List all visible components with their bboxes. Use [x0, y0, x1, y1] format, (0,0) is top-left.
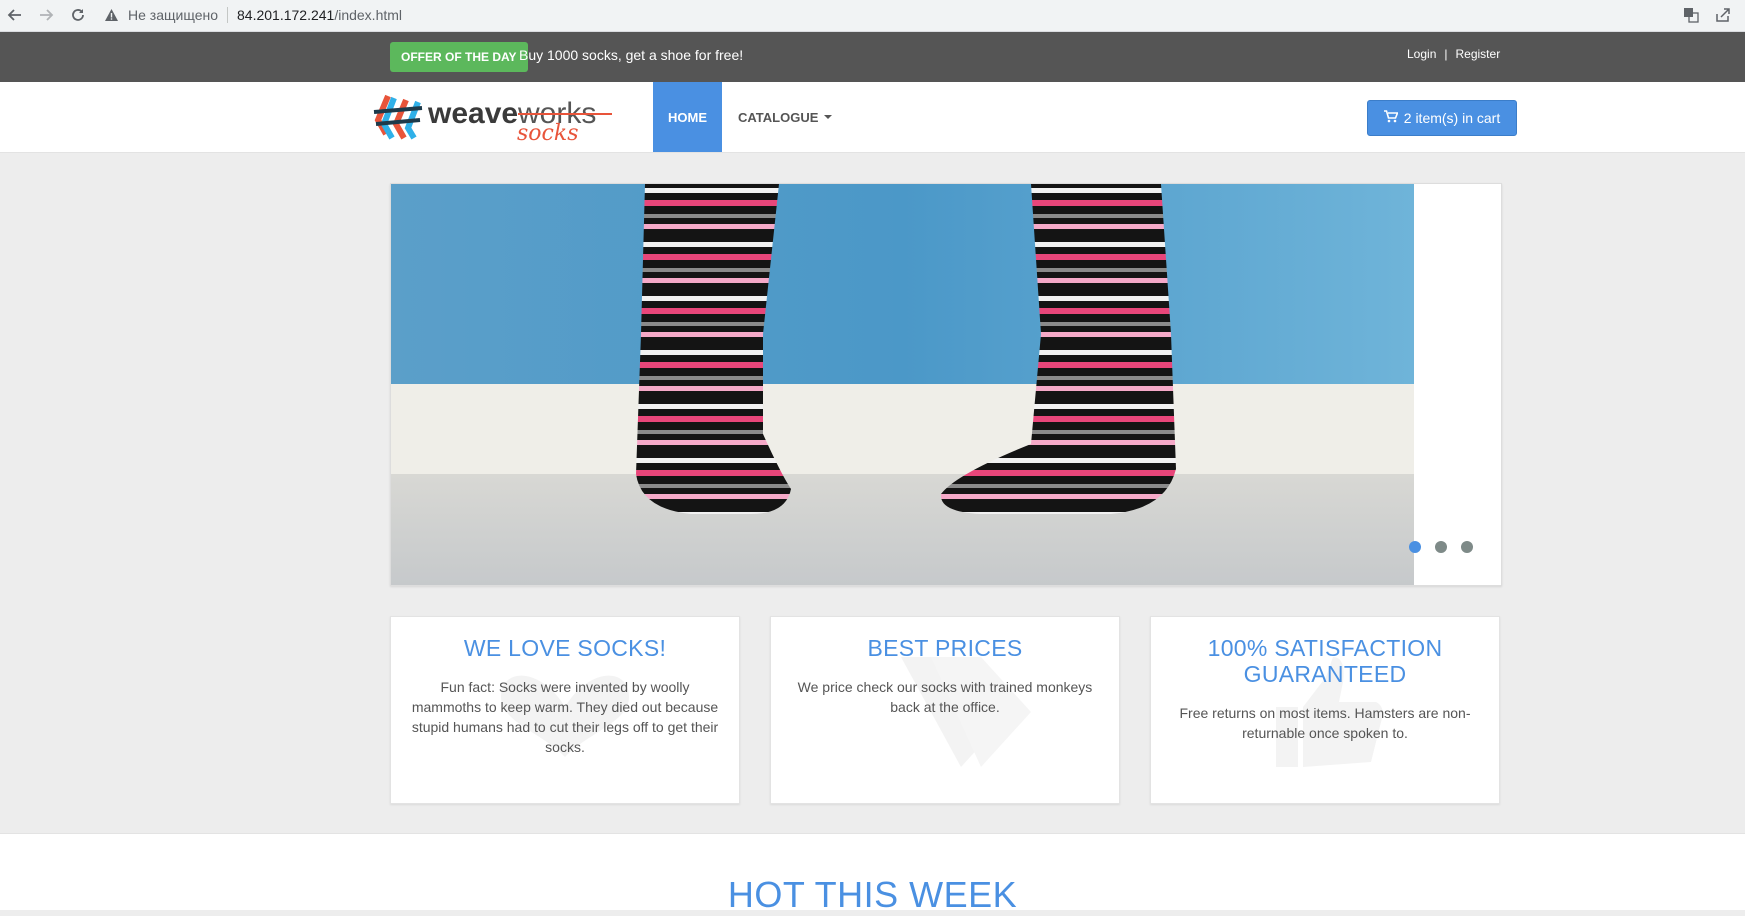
feature-box-satisfaction: 100% SATISFACTION GUARANTEED Free return…: [1150, 616, 1500, 804]
offer-bar: OFFER OF THE DAY Buy 1000 socks, get a s…: [0, 32, 1745, 82]
back-icon[interactable]: [4, 4, 26, 26]
feature-title: 100% SATISFACTION GUARANTEED: [1207, 635, 1443, 687]
hero-carousel[interactable]: [390, 183, 1502, 586]
forward-icon[interactable]: [35, 4, 57, 26]
weaveworks-socks-logo[interactable]: weave works socks: [372, 90, 622, 146]
hot-this-week-section: HOT THIS WEEK: [0, 833, 1745, 915]
carousel-dot-1[interactable]: [1409, 541, 1421, 553]
carousel-dot-2[interactable]: [1435, 541, 1447, 553]
account-links: Login | Register: [1407, 47, 1500, 61]
carousel-indicators: [1409, 541, 1473, 553]
url-path: /index.html: [334, 7, 403, 23]
feature-text: Fun fact: Socks were invented by woolly …: [411, 679, 719, 755]
account-separator: |: [1444, 47, 1448, 61]
nav-catalogue[interactable]: CATALOGUE: [738, 82, 833, 152]
feature-title: WE LOVE SOCKS!: [463, 635, 667, 661]
cart-label: 2 item(s) in cart: [1403, 110, 1501, 126]
login-link[interactable]: Login: [1407, 47, 1436, 61]
carousel-dot-3[interactable]: [1461, 541, 1473, 553]
nav-home[interactable]: HOME: [653, 82, 722, 152]
caret-down-icon: [824, 115, 833, 119]
offer-text: Buy 1000 socks, get a shoe for free!: [519, 47, 744, 63]
main-navbar: weave works socks HOME CATALOGUE 2 item(…: [0, 82, 1745, 153]
reload-icon[interactable]: [67, 4, 89, 26]
cart-button[interactable]: 2 item(s) in cart: [1367, 100, 1517, 136]
offer-badge[interactable]: OFFER OF THE DAY: [390, 42, 528, 72]
url-host: 84.201.172.241: [237, 7, 335, 23]
nav-catalogue-label: CATALOGUE: [738, 109, 819, 125]
feature-text: We price check our socks with trained mo…: [797, 679, 1093, 715]
not-secure-label: Не защищено: [128, 7, 218, 23]
address-bar[interactable]: Не защищено 84.201.172.241/index.html: [104, 3, 1664, 27]
feature-box-prices: BEST PRICES We price check our socks wit…: [770, 616, 1120, 804]
feature-box-socks: WE LOVE SOCKS! Fun fact: Socks were inve…: [390, 616, 740, 804]
warning-icon: [104, 7, 120, 23]
logo-word-weave: weave: [427, 97, 518, 130]
share-icon[interactable]: [1713, 5, 1733, 25]
address-separator: [227, 7, 228, 23]
register-link[interactable]: Register: [1456, 47, 1501, 61]
section-title: HOT THIS WEEK: [727, 874, 1018, 915]
browser-toolbar: Не защищено 84.201.172.241/index.html: [0, 0, 1745, 32]
logo-word-socks: socks: [517, 121, 578, 144]
shopping-cart-icon: [1383, 110, 1399, 126]
socks-hero-image: [391, 184, 1414, 585]
translate-icon[interactable]: [1681, 5, 1701, 25]
feature-title: BEST PRICES: [867, 635, 1023, 661]
feature-text: Free returns on most items. Hamsters are…: [1179, 705, 1471, 741]
